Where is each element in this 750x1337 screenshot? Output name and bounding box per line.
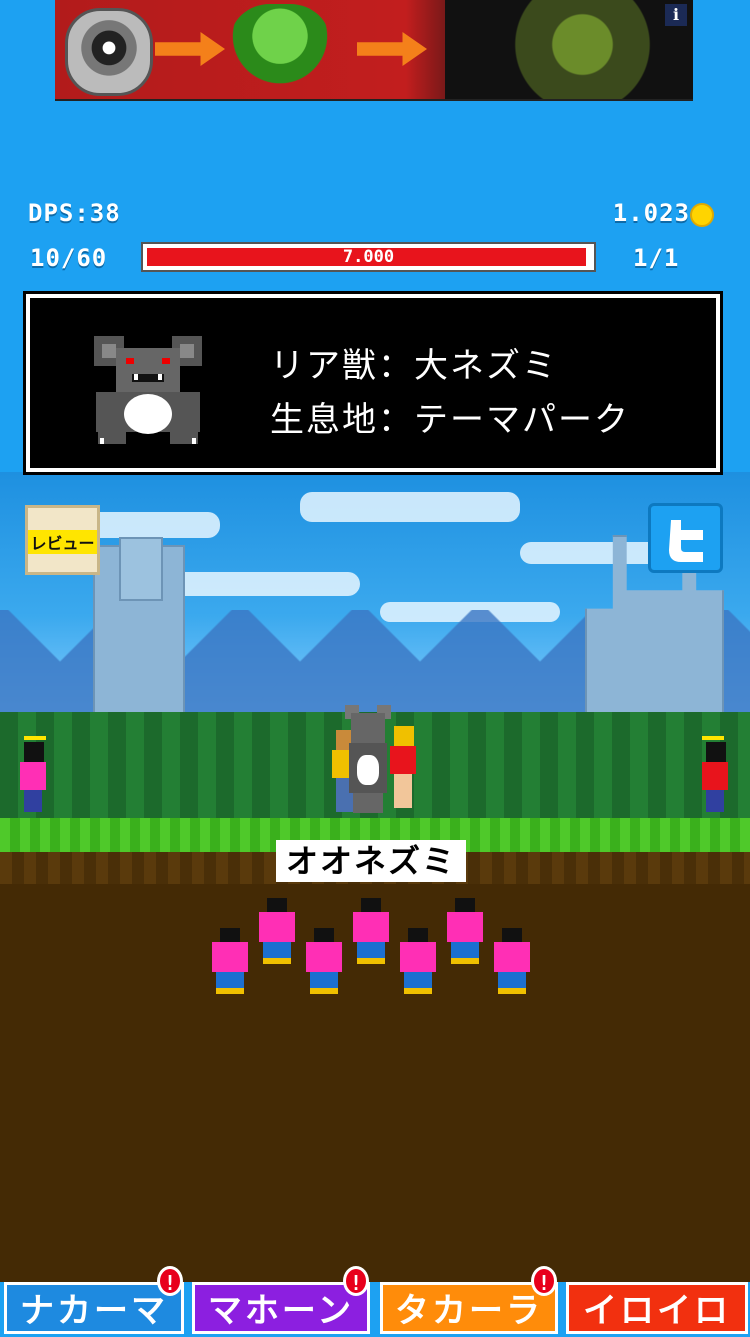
- kill-progress: 10/60: [30, 244, 108, 272]
- tab-nakama[interactable]: ナカーマ: [4, 1282, 184, 1334]
- frog-warrior-image: [230, 4, 330, 96]
- hp-value: 7.000: [342, 247, 395, 267]
- tab-mahon[interactable]: マホーン: [192, 1282, 370, 1334]
- minion: [398, 928, 438, 996]
- tab-takara[interactable]: タカーラ: [380, 1282, 558, 1334]
- alert-badge-nakama: !: [157, 1266, 183, 1296]
- alert-badge-takara: !: [531, 1266, 557, 1296]
- gold-count: 1.023: [612, 199, 690, 227]
- minion: [257, 898, 297, 966]
- ad-info-icon[interactable]: i: [665, 4, 687, 26]
- girl-visitor: [388, 726, 418, 808]
- twitter-icon: [669, 520, 703, 562]
- monster-hp-bar: 7.000: [141, 242, 596, 272]
- review-label: レビュー: [28, 530, 97, 554]
- minion: [351, 898, 391, 966]
- monster-rarity: リア獣：大ネズミ: [270, 346, 558, 386]
- castle-tower-left: [93, 537, 185, 719]
- tab-iroiro[interactable]: イロイロ: [566, 1282, 748, 1334]
- minion: [210, 928, 250, 996]
- minion: [492, 928, 532, 996]
- monster-info-panel: リア獣：大ネズミ 生息地：テーマパーク: [23, 291, 723, 475]
- monster-habitat: 生息地：テーマパーク: [270, 400, 630, 440]
- coin-icon: [690, 203, 714, 227]
- twitter-button[interactable]: [648, 503, 723, 573]
- review-button[interactable]: レビュー: [25, 505, 100, 575]
- rat-mascot: [345, 705, 391, 813]
- giant-rat-icon: [94, 336, 202, 444]
- arrow-right-icon: [357, 32, 427, 66]
- stage-progress: 1/1: [633, 244, 680, 272]
- monster-boss-image: [445, 0, 693, 99]
- eye-icon: [65, 8, 153, 96]
- minion: [445, 898, 485, 966]
- arrow-right-icon: [155, 32, 225, 66]
- minion: [304, 928, 344, 996]
- monster-name-label: オオネズミ: [276, 840, 466, 882]
- hero-right: [700, 736, 730, 812]
- ad-banner[interactable]: i: [55, 0, 693, 101]
- alert-badge-mahon: !: [343, 1266, 369, 1296]
- dps-label: DPS:38: [28, 199, 121, 227]
- hero-left: [18, 736, 48, 812]
